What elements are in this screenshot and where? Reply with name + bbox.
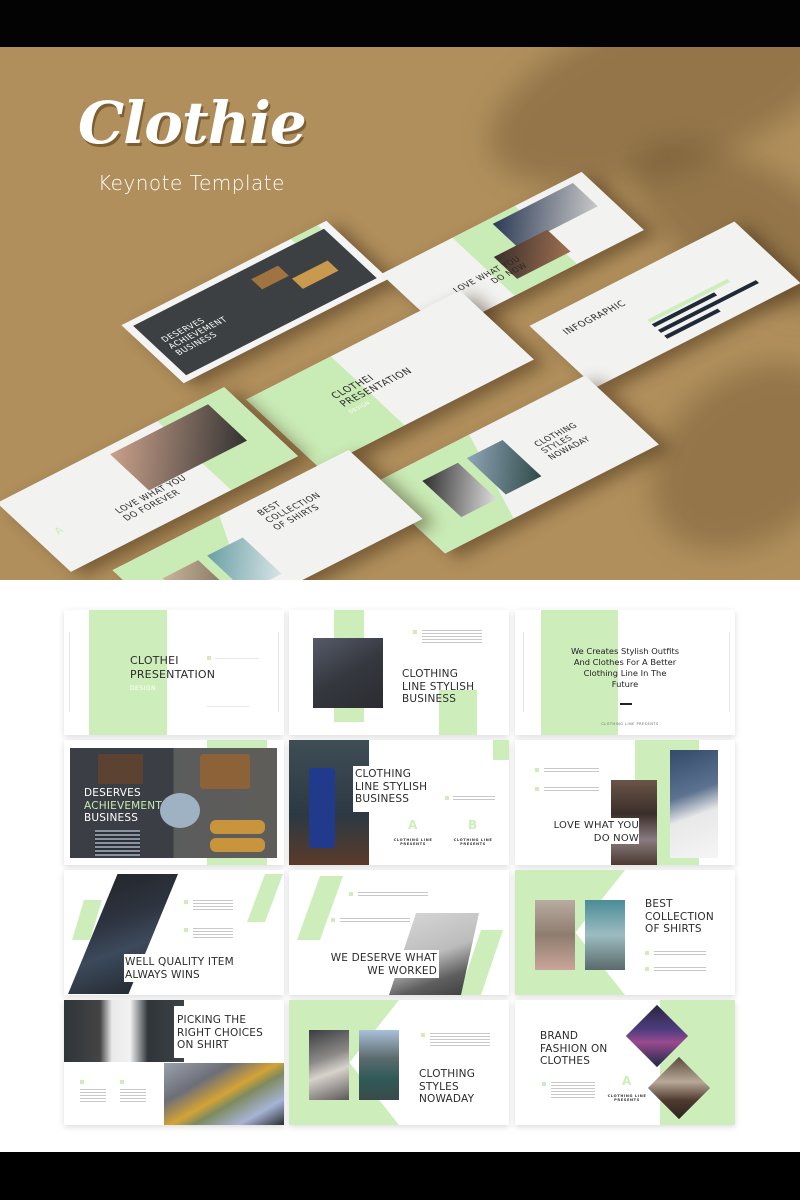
slide-title-line: BRAND <box>540 1030 579 1042</box>
slide-title-line: COLLECTION <box>645 910 714 923</box>
slide-title-line: WE DESERVE WHAT <box>330 952 437 964</box>
slides-grid: CLOTHEI PRESENTATION DESIGN CLOTHING LIN… <box>0 580 800 1152</box>
section-letter-b: B <box>468 818 478 832</box>
slide-title-line: WELL QUALITY ITEM <box>125 956 234 968</box>
slide-title-line: BEST <box>645 898 673 910</box>
brand-logo: Clothie <box>78 89 307 157</box>
slide-title-line: NOWADAY <box>419 1093 475 1105</box>
slide-thumbnail-3[interactable]: We Creates Stylish Outfits And Clothes F… <box>515 610 735 735</box>
slide-thumbnail-8[interactable]: WE DESERVE WHAT WE WORKED <box>289 870 509 995</box>
photo-store <box>535 900 575 970</box>
slide-title-line: DESERVES <box>84 787 141 799</box>
photo-denim <box>670 750 718 858</box>
slide-thumbnail-11[interactable]: CLOTHING STYLES NOWADAY <box>289 1000 509 1125</box>
slide-title-line: LOVE WHAT YOU <box>553 820 639 831</box>
photo-folded-shirts <box>164 1063 284 1125</box>
quote-line: Clothing Line In The <box>583 668 667 678</box>
slide-title-line: FASHION ON <box>540 1042 608 1055</box>
slide-thumbnail-4[interactable]: DESERVES ACHIEVEMENT BUSINESS <box>64 740 284 865</box>
hero-subtitle: Keynote Template <box>98 171 285 195</box>
quote-line: Future <box>611 679 639 689</box>
slide-caption: CLOTHING LINE PRESENTS <box>453 838 493 846</box>
slide-title-line: STYLES <box>419 1080 459 1093</box>
slide-title-line: DO NOW <box>593 832 639 844</box>
slide-title-line: RIGHT CHOICES <box>177 1026 263 1039</box>
slide-title-line: WE WORKED <box>367 964 437 977</box>
top-letterbox <box>0 0 800 47</box>
divider-dash <box>620 703 632 705</box>
slide-title-line: PICKING THE <box>177 1014 247 1026</box>
slide-thumbnail-12[interactable]: BRAND FASHION ON CLOTHES A CLOTHING LINE… <box>515 1000 735 1125</box>
photo-man-tshirt <box>64 1000 184 1062</box>
slide-title-line: ALWAYS WINS <box>125 968 200 981</box>
slide-title-line: OF SHIRTS <box>645 923 702 935</box>
slide-title-line: CLOTHES <box>540 1055 591 1067</box>
quote-line: We Creates Stylish Outfits <box>570 646 680 656</box>
slide-title-line: LINE STYLISH <box>402 680 475 693</box>
photo-shoes <box>313 638 383 708</box>
slide-title-line: ACHIEVEMENT <box>84 799 162 812</box>
slide-title-line: LINE STYLISH <box>355 780 428 793</box>
photo-model-city <box>585 900 625 970</box>
slide-thumbnail-1[interactable]: CLOTHEI PRESENTATION DESIGN <box>64 610 284 735</box>
slide-title-line: BUSINESS <box>402 693 457 705</box>
slide-title-line: ON SHIRT <box>177 1039 229 1051</box>
slide-title-line: CLOTHING <box>419 1068 476 1080</box>
hero-banner: Clothie Keynote Template DESERVES ACHIEV… <box>0 47 800 580</box>
slide-thumbnail-5[interactable]: CLOTHING LINE STYLISH BUSINESS A B CLOTH… <box>289 740 509 865</box>
slide-title-line: CLOTHING <box>355 768 412 780</box>
photo-clothing-rack <box>309 1030 349 1100</box>
slide-subtitle: DESIGN <box>130 685 157 692</box>
slide-title-line: BUSINESS <box>355 793 410 805</box>
slide-title-line: PRESENTATION <box>130 668 216 681</box>
slide-caption: CLOTHING LINE PRESENTS <box>607 1094 647 1102</box>
section-letter: A <box>622 1074 632 1088</box>
slide-thumbnail-2[interactable]: CLOTHING LINE STYLISH BUSINESS <box>289 610 509 735</box>
slide-title-line: CLOTHING <box>402 668 459 680</box>
bottom-letterbox <box>0 1152 800 1200</box>
photo-hijab-woman <box>359 1030 399 1100</box>
slide-caption: CLOTHING LINE PRESENTS <box>393 838 433 846</box>
quote-line: And Clothes For A Better <box>573 657 677 667</box>
slide-thumbnail-10[interactable]: PICKING THE RIGHT CHOICES ON SHIRT <box>64 1000 284 1125</box>
slide-title-line: BUSINESS <box>84 812 139 824</box>
slide-caption: CLOTHING LINE PRESENTS <box>601 722 659 726</box>
slide-title: INFOGRAPHIC <box>561 299 630 338</box>
section-letter: A <box>52 525 67 537</box>
section-letter-a: A <box>408 818 418 832</box>
slide-thumbnail-9[interactable]: BEST COLLECTION OF SHIRTS <box>515 870 735 995</box>
slide-title-line: CLOTHEI <box>130 654 179 667</box>
slide-thumbnail-7[interactable]: WELL QUALITY ITEM ALWAYS WINS <box>64 870 284 995</box>
slide-thumbnail-6[interactable]: LOVE WHAT YOU DO NOW <box>515 740 735 865</box>
